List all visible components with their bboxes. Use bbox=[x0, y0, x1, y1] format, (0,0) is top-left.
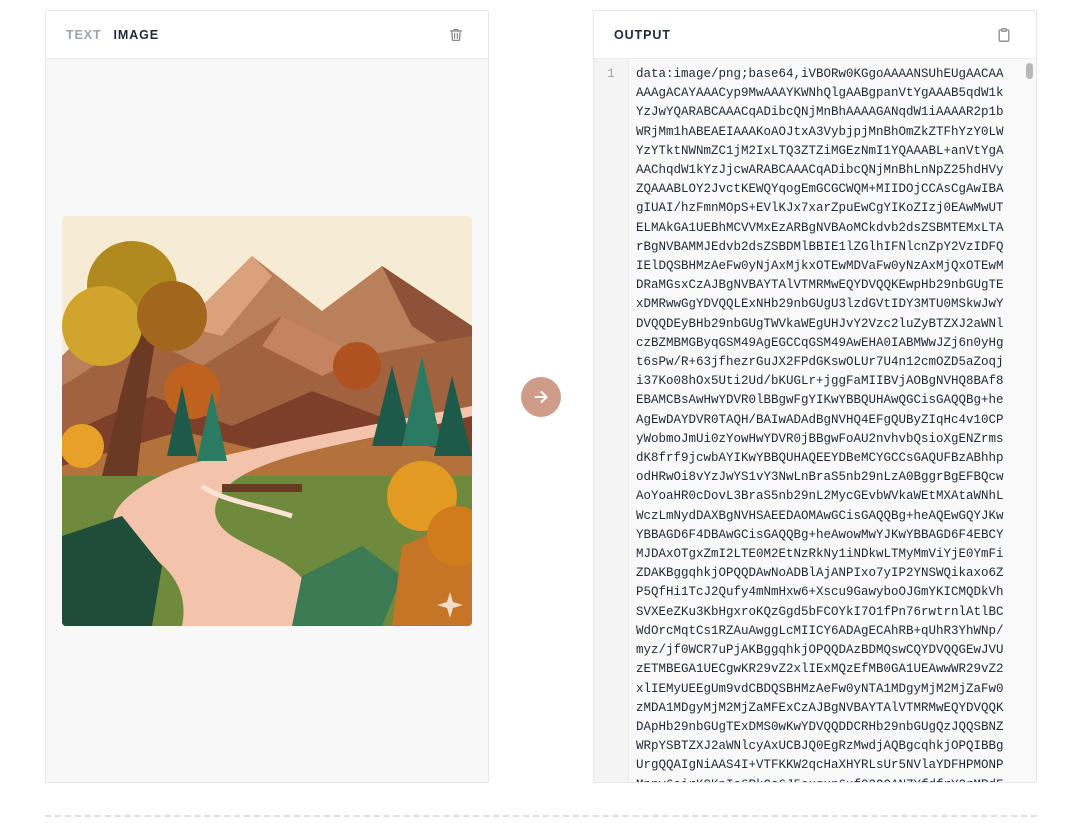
input-panel-header: TEXT IMAGE bbox=[46, 11, 488, 59]
uploaded-image-preview bbox=[62, 216, 472, 626]
output-code-editor[interactable]: 1 data:image/png;base64,iVBORw0KGgoAAAAN… bbox=[594, 59, 1036, 782]
output-title: OUTPUT bbox=[614, 27, 671, 42]
arrow-right-icon bbox=[534, 391, 548, 403]
vertical-scrollbar[interactable] bbox=[1026, 63, 1033, 79]
output-panel: OUTPUT 1 data:image/png;base64,iVBORw0KG… bbox=[593, 10, 1037, 783]
output-panel-header: OUTPUT bbox=[594, 11, 1036, 59]
line-number: 1 bbox=[607, 67, 615, 81]
convert-button[interactable] bbox=[521, 377, 561, 417]
section-divider bbox=[45, 815, 1037, 817]
trash-icon[interactable] bbox=[448, 27, 464, 43]
image-to-base64-converter: TEXT IMAGE OUTPUT 1 data:image/png;base6… bbox=[0, 0, 1076, 823]
tab-image[interactable]: IMAGE bbox=[114, 28, 159, 42]
tab-text[interactable]: TEXT bbox=[66, 28, 102, 42]
input-panel: TEXT IMAGE bbox=[45, 10, 489, 783]
line-number-gutter: 1 bbox=[594, 59, 628, 782]
base64-output-text[interactable]: data:image/png;base64,iVBORw0KGgoAAAANSU… bbox=[636, 65, 1036, 782]
clipboard-icon[interactable] bbox=[996, 27, 1012, 43]
landscape-illustration bbox=[62, 216, 472, 626]
code-area[interactable]: data:image/png;base64,iVBORw0KGgoAAAANSU… bbox=[628, 59, 1036, 782]
